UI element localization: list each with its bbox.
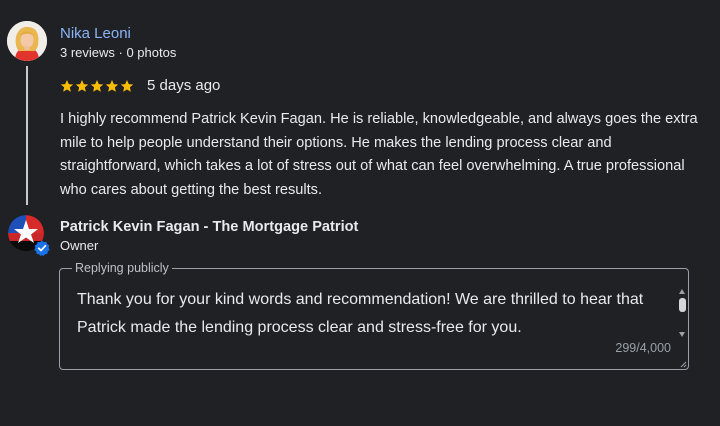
reviewer-name[interactable]: Nika Leoni xyxy=(60,25,131,43)
rating-row: 5 days ago xyxy=(60,76,220,96)
reply-scrollbar[interactable] xyxy=(678,285,687,341)
reviewer-avatar[interactable] xyxy=(7,21,47,61)
star-icon xyxy=(105,80,119,92)
verified-badge-icon xyxy=(34,240,50,256)
scroll-up-arrow-icon[interactable] xyxy=(679,289,685,294)
owner-avatar[interactable] xyxy=(7,214,50,256)
resize-handle-icon[interactable] xyxy=(680,361,687,368)
owner-name[interactable]: Patrick Kevin Fagan - The Mortgage Patri… xyxy=(60,218,358,236)
star-icon xyxy=(90,80,104,92)
review-text: I highly recommend Patrick Kevin Fagan. … xyxy=(60,111,698,198)
star-icon xyxy=(120,80,134,92)
owner-role-label: Owner xyxy=(60,238,99,253)
character-count: 299/4,000 xyxy=(615,341,671,355)
reviewer-meta: 3 reviews · 0 photos xyxy=(60,45,177,60)
scroll-down-arrow-icon[interactable] xyxy=(679,332,685,337)
reply-textarea[interactable]: Replying publicly Thank you for your kin… xyxy=(59,261,689,370)
reviewer-photo-icon xyxy=(7,21,47,61)
scrollbar-thumb[interactable] xyxy=(679,298,686,312)
review-thread: Nika Leoni 3 reviews · 0 photos 5 days a… xyxy=(0,0,720,426)
star-icon xyxy=(75,80,89,92)
thread-connector-line xyxy=(26,66,28,205)
star-icon xyxy=(60,80,74,92)
reply-label: Replying publicly xyxy=(72,261,172,276)
reply-text[interactable]: Thank you for your kind words and recomm… xyxy=(77,286,662,342)
review-date: 5 days ago xyxy=(147,77,221,94)
star-rating xyxy=(60,79,134,93)
